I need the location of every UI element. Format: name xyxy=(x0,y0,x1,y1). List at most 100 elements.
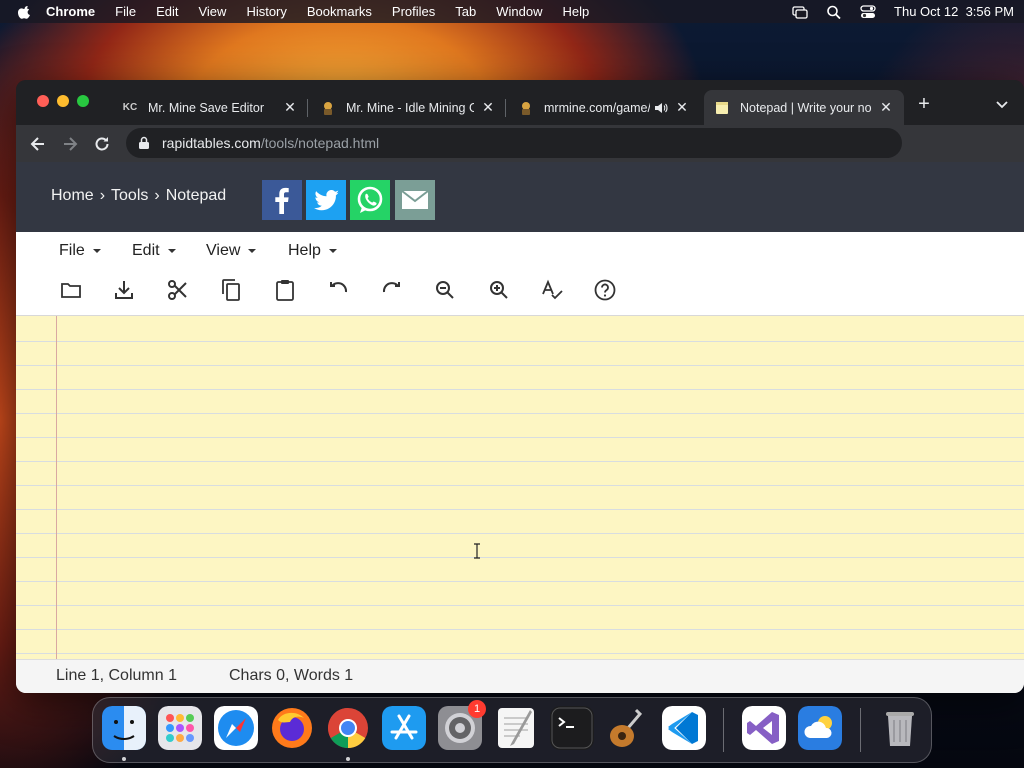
tab-mr-mine-save-editor[interactable]: KC Mr. Mine Save Editor ✕ xyxy=(112,90,308,125)
dock-separator xyxy=(860,708,861,752)
fullscreen-window-button[interactable] xyxy=(77,95,89,107)
menu-edit[interactable]: Edit xyxy=(156,4,178,19)
tab-close-icon[interactable]: ✕ xyxy=(878,99,894,116)
undo-icon[interactable] xyxy=(326,278,350,302)
whatsapp-share-icon[interactable] xyxy=(350,180,390,220)
address-bar[interactable]: rapidtables.com/tools/notepad.html xyxy=(126,128,902,158)
notepad-menu-bar: File Edit View Help xyxy=(16,232,1024,268)
forward-arrow-icon[interactable] xyxy=(60,134,80,154)
menu-history[interactable]: History xyxy=(246,4,286,19)
launchpad-icon[interactable] xyxy=(158,706,202,750)
breadcrumb-separator: › xyxy=(99,187,106,204)
edit-menu-label: Edit xyxy=(132,242,160,259)
open-folder-icon[interactable] xyxy=(59,278,83,302)
menu-profiles[interactable]: Profiles xyxy=(392,4,435,19)
cursor-position-status: Line 1, Column 1 xyxy=(56,667,177,684)
tab-title: Mr. Mine - Idle Mining G xyxy=(346,100,474,115)
weather-icon[interactable] xyxy=(798,706,842,750)
speaker-icon[interactable] xyxy=(654,101,668,115)
macos-dock: 1 xyxy=(92,697,932,763)
menu-bookmarks[interactable]: Bookmarks xyxy=(307,4,372,19)
apple-icon[interactable] xyxy=(18,5,32,19)
new-tab-button[interactable]: + xyxy=(914,94,934,114)
zoom-out-icon[interactable] xyxy=(433,278,457,302)
menu-tab[interactable]: Tab xyxy=(455,4,476,19)
finder-icon[interactable] xyxy=(102,706,146,750)
back-arrow-icon[interactable] xyxy=(28,134,48,154)
chrome-icon[interactable] xyxy=(326,706,370,750)
tab-title: Mr. Mine Save Editor xyxy=(148,100,265,115)
menubar-datetime[interactable]: Thu Oct 12 3:56 PM xyxy=(894,4,1014,19)
file-menu-button[interactable]: File xyxy=(59,242,101,260)
edit-menu-button[interactable]: Edit xyxy=(132,242,176,260)
tab-search-chevron-icon[interactable] xyxy=(994,96,1010,112)
tab-notepad[interactable]: Notepad | Write your no ✕ xyxy=(704,90,904,125)
ibeam-cursor-icon xyxy=(474,543,480,559)
help-menu-button[interactable]: Help xyxy=(288,242,337,260)
tab-title: mrmine.com/game/ xyxy=(544,100,650,115)
redo-icon[interactable] xyxy=(380,278,404,302)
visual-studio-icon[interactable] xyxy=(742,706,786,750)
app-store-icon[interactable] xyxy=(382,706,426,750)
terminal-icon[interactable] xyxy=(550,706,594,750)
tab-close-icon[interactable]: ✕ xyxy=(480,99,496,116)
email-share-icon[interactable] xyxy=(395,180,435,220)
notepad-toolbar xyxy=(16,268,1024,316)
caret-down-icon xyxy=(92,249,101,253)
minimize-window-button[interactable] xyxy=(57,95,69,107)
help-menu-label: Help xyxy=(288,242,321,259)
breadcrumb-notepad[interactable]: Notepad xyxy=(166,187,227,205)
url-path: /tools/notepad.html xyxy=(260,135,380,151)
firefox-icon[interactable] xyxy=(270,706,314,750)
tab-strip: KC Mr. Mine Save Editor ✕ Mr. Mine - Idl… xyxy=(16,80,1024,125)
browser-window: KC Mr. Mine Save Editor ✕ Mr. Mine - Idl… xyxy=(16,80,1024,693)
close-window-button[interactable] xyxy=(37,95,49,107)
menu-view[interactable]: View xyxy=(198,4,226,19)
web-page: Home › Tools › Notepad File Edit View He… xyxy=(16,162,1024,693)
lock-icon[interactable] xyxy=(138,136,150,150)
tab-mrmine-game[interactable]: mrmine.com/game/ ✕ xyxy=(508,90,700,125)
breadcrumb-separator: › xyxy=(154,187,160,204)
notepad-favicon-icon xyxy=(716,101,728,114)
paste-clipboard-icon[interactable] xyxy=(273,278,297,302)
help-circle-icon[interactable] xyxy=(593,278,617,302)
spotlight-icon[interactable] xyxy=(826,5,842,19)
menu-file[interactable]: File xyxy=(115,4,136,19)
download-icon[interactable] xyxy=(112,278,136,302)
screen-mirroring-icon[interactable] xyxy=(792,5,808,19)
vscode-icon[interactable] xyxy=(662,706,706,750)
safari-icon[interactable] xyxy=(214,706,258,750)
reload-icon[interactable] xyxy=(92,134,112,154)
tab-close-icon[interactable]: ✕ xyxy=(282,99,298,116)
view-menu-button[interactable]: View xyxy=(206,242,257,260)
tab-mr-mine-idle-mining[interactable]: Mr. Mine - Idle Mining G ✕ xyxy=(310,90,506,125)
running-indicator xyxy=(122,757,126,761)
textedit-icon[interactable] xyxy=(494,706,538,750)
zoom-in-icon[interactable] xyxy=(487,278,511,302)
system-settings-app[interactable]: 1 xyxy=(438,700,486,750)
copy-icon[interactable] xyxy=(219,278,243,302)
twitter-share-icon[interactable] xyxy=(306,180,346,220)
trash-icon[interactable] xyxy=(878,706,922,750)
breadcrumb: Home › Tools › Notepad xyxy=(51,187,226,205)
breadcrumb-tools-link[interactable]: Tools xyxy=(111,187,148,205)
menu-app-name[interactable]: Chrome xyxy=(46,4,95,19)
facebook-share-icon[interactable] xyxy=(262,180,302,220)
menu-window[interactable]: Window xyxy=(496,4,542,19)
notepad-text-area[interactable] xyxy=(16,316,1024,659)
caret-down-icon xyxy=(167,249,176,253)
control-center-icon[interactable] xyxy=(860,4,876,19)
garageband-icon[interactable] xyxy=(606,706,650,750)
menu-help[interactable]: Help xyxy=(563,4,590,19)
tab-separator xyxy=(505,99,506,117)
breadcrumb-home-link[interactable]: Home xyxy=(51,187,94,205)
spellcheck-icon[interactable] xyxy=(540,278,564,302)
url-host: rapidtables.com xyxy=(162,135,261,151)
view-menu-label: View xyxy=(206,242,241,259)
tab-close-icon[interactable]: ✕ xyxy=(674,99,690,116)
cut-scissors-icon[interactable] xyxy=(166,278,190,302)
notification-badge: 1 xyxy=(468,700,486,718)
running-indicator xyxy=(346,757,350,761)
tab-separator xyxy=(307,99,308,117)
site-header: Home › Tools › Notepad xyxy=(16,162,1024,232)
